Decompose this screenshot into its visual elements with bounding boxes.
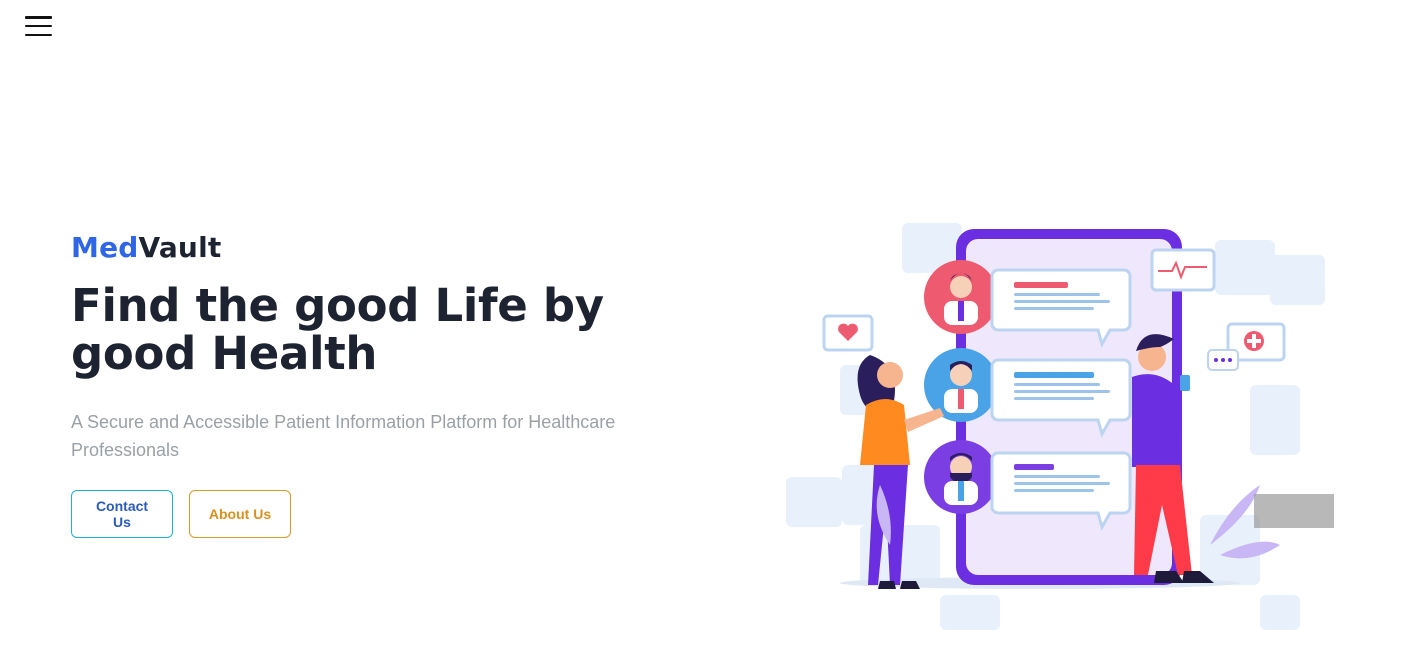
hamburger-menu-icon[interactable] (25, 15, 53, 37)
hero-buttons: Contact Us About Us (71, 490, 731, 538)
telemedicine-illustration (786, 223, 1334, 630)
doctor-chat-2 (924, 348, 1132, 438)
typing-bubble (1207, 349, 1239, 371)
blurred-image (1254, 494, 1334, 528)
brand-logo: MedVault (71, 230, 731, 266)
hero-headline: Find the good Life by good Health (71, 279, 604, 380)
brand-vault: Vault (138, 231, 222, 264)
doctor-chat-3 (924, 440, 1132, 531)
menu-bar (25, 16, 52, 19)
brand-med: Med (71, 231, 139, 264)
menu-bar (25, 24, 52, 28)
menu-bar (25, 33, 52, 36)
hero-section: MedVault Find the good Life by good Heal… (71, 230, 731, 538)
about-us-button[interactable]: About Us (189, 490, 291, 538)
contact-us-button[interactable]: Contact Us (71, 490, 173, 538)
ecg-card (1150, 248, 1216, 292)
heart-card (822, 314, 874, 352)
landing-page: MedVault Find the good Life by good Heal… (0, 0, 1407, 667)
hero-subtitle: A Secure and Accessible Patient Informat… (71, 412, 616, 460)
doctor-chat-1 (924, 260, 1132, 348)
